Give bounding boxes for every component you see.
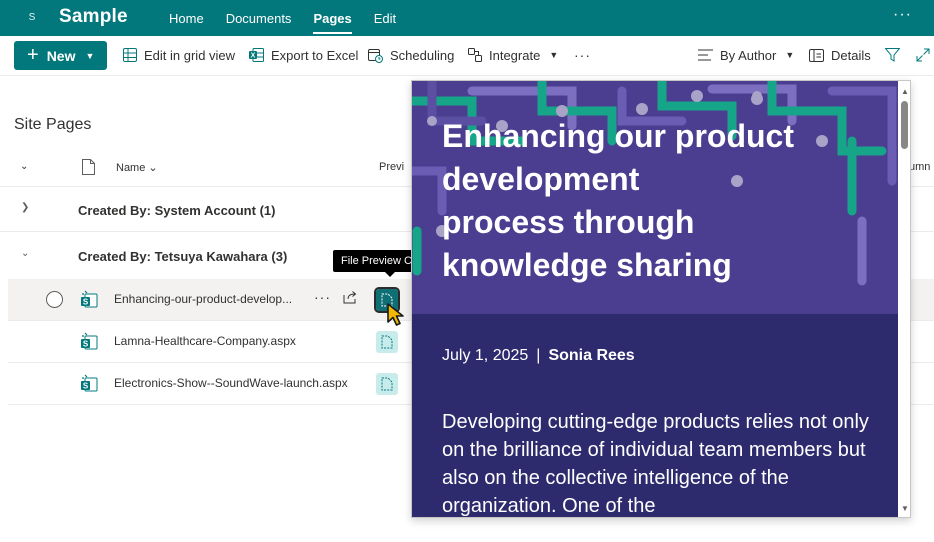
plus-icon: + xyxy=(27,43,39,66)
command-bar: + New ▼ Edit in grid view X Export to Ex… xyxy=(0,36,934,76)
scroll-up-icon[interactable]: ▲ xyxy=(901,87,909,96)
file-preview-button[interactable] xyxy=(376,373,398,395)
file-preview-button[interactable] xyxy=(376,331,398,353)
more-actions-icon[interactable]: ··· xyxy=(314,289,331,305)
mouse-pointer-icon xyxy=(387,303,404,326)
chevron-down-icon: ▼ xyxy=(85,50,95,61)
file-preview-callout[interactable]: Enhancing our product development proces… xyxy=(411,80,911,518)
page-title: Site Pages xyxy=(14,116,92,133)
new-button-label: New xyxy=(46,47,76,64)
sharepoint-page-icon: S xyxy=(80,290,98,311)
row-select-checkbox[interactable] xyxy=(46,291,63,308)
article-excerpt: Developing cutting-edge products relies … xyxy=(442,411,869,517)
sharepoint-page-icon: S xyxy=(80,374,98,395)
list-view-icon xyxy=(698,49,713,61)
excel-icon: X xyxy=(249,48,264,62)
sharepoint-page-icon: S xyxy=(80,332,98,353)
svg-text:S: S xyxy=(83,382,89,391)
site-title[interactable]: Sample xyxy=(59,6,128,28)
share-icon[interactable] xyxy=(343,290,358,307)
nav-home[interactable]: Home xyxy=(158,0,215,36)
calendar-clock-icon xyxy=(368,48,383,63)
chevron-down-icon: ▼ xyxy=(785,50,795,60)
scrollbar-thumb[interactable] xyxy=(901,101,908,149)
preview-body: July 1, 2025 | Sonia Rees Developing cutti… xyxy=(412,314,898,517)
edit-grid-view-button[interactable]: Edit in grid view xyxy=(123,44,235,66)
info-pane-icon xyxy=(809,48,824,62)
file-name-link[interactable]: Lamna-Healthcare-Company.aspx xyxy=(114,334,296,348)
more-options-icon[interactable]: ··· xyxy=(893,6,912,24)
file-name-link[interactable]: Electronics-Show--SoundWave-launch.aspx xyxy=(114,376,348,390)
export-to-excel-button[interactable]: X Export to Excel xyxy=(249,44,358,66)
preview-column-header[interactable]: Previ xyxy=(379,161,404,173)
name-column-header[interactable]: Name ⌄ xyxy=(116,161,158,174)
edit-grid-view-label: Edit in grid view xyxy=(144,47,236,63)
suite-bar: S Sample Home Documents Pages Edit ··· xyxy=(0,0,934,36)
preview-scrollbar[interactable]: ▲ ▼ xyxy=(898,81,910,517)
svg-text:X: X xyxy=(251,53,256,60)
file-type-column-icon[interactable] xyxy=(82,159,95,178)
group-by-author-button[interactable]: By Author ▼ xyxy=(698,44,794,66)
integrate-icon xyxy=(468,48,482,62)
expand-icon[interactable] xyxy=(916,44,930,66)
svg-text:S: S xyxy=(83,298,89,307)
filter-icon[interactable] xyxy=(885,44,900,66)
extra-column-header[interactable]: umn xyxy=(909,161,930,173)
export-to-excel-label: Export to Excel xyxy=(271,47,359,63)
grid-icon xyxy=(123,48,137,62)
group-label: Created By: Tetsuya Kawahara (3) xyxy=(78,249,288,264)
nav-edit[interactable]: Edit xyxy=(363,0,407,36)
integrate-button[interactable]: Integrate ▼ xyxy=(468,44,558,66)
document-preview-icon xyxy=(381,335,393,349)
article-author: Sonia Rees xyxy=(548,347,635,364)
nav-pages[interactable]: Pages xyxy=(302,0,362,36)
group-by-author-label: By Author xyxy=(720,47,777,63)
chevron-down-icon: ▼ xyxy=(549,50,559,60)
nav-documents[interactable]: Documents xyxy=(215,0,303,36)
new-button[interactable]: + New ▼ xyxy=(14,41,107,70)
collapse-all-chevron-icon[interactable]: ⌄ xyxy=(20,161,28,172)
site-logo-icon[interactable]: S xyxy=(22,6,42,28)
chevron-down-icon[interactable]: ⌄ xyxy=(21,248,29,259)
scheduling-label: Scheduling xyxy=(390,47,455,63)
article-date: July 1, 2025 xyxy=(442,347,529,364)
details-pane-label: Details xyxy=(831,47,871,63)
scheduling-button[interactable]: Scheduling xyxy=(368,44,454,66)
scroll-down-icon[interactable]: ▼ xyxy=(901,504,909,513)
article-title: Enhancing our product development proces… xyxy=(442,118,794,283)
document-preview-icon xyxy=(381,377,393,391)
name-column-label: Name xyxy=(116,162,146,174)
chevron-right-icon[interactable]: ❯ xyxy=(21,202,29,213)
integrate-label: Integrate xyxy=(489,47,541,63)
top-navigation: Home Documents Pages Edit xyxy=(158,0,407,36)
more-commands-icon[interactable]: ··· xyxy=(574,44,591,66)
article-meta: July 1, 2025 | Sonia Rees xyxy=(442,347,635,365)
svg-text:S: S xyxy=(83,340,89,349)
file-name-link[interactable]: Enhancing-our-product-develop... xyxy=(114,292,292,306)
preview-hero-banner: Enhancing our product development proces… xyxy=(412,81,898,314)
meta-separator: | xyxy=(536,347,541,364)
details-pane-button[interactable]: Details xyxy=(809,44,871,66)
group-label: Created By: System Account (1) xyxy=(78,203,276,218)
